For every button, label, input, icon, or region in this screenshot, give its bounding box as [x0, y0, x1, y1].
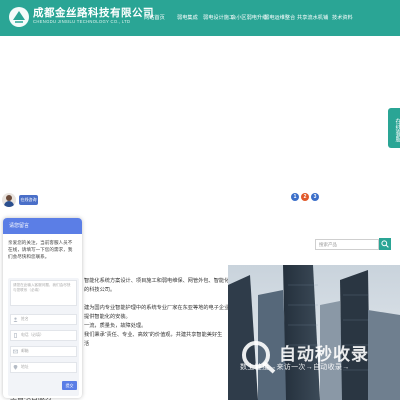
about-line-5: 一流，质量负，故障处理。: [84, 323, 147, 329]
city-buildings-image: [228, 265, 400, 400]
nav-design-construction[interactable]: 弱电设计施工: [203, 14, 234, 21]
carousel-dot-1[interactable]: 1: [291, 193, 299, 201]
company-name-en: CHENGDU JINSILU TECHNOLOGY CO., LTD: [33, 19, 131, 24]
about-line-4: 提供智能化的安装。: [84, 314, 131, 320]
watermark-slogan: 数上链接→来访一次→自动收录→: [240, 364, 350, 371]
avatar[interactable]: [2, 193, 16, 207]
page-root: 成都金丝路科技有限公司 CHENGDU JINSILU TECHNOLOGY C…: [0, 0, 400, 400]
email-placeholder: 邮箱: [21, 349, 29, 353]
about-line-6: 我们秉承“责任、专业、高效”的价值观，共建共享智能美好生: [84, 332, 223, 338]
message-textarea[interactable]: 请您在此输入客服问题，我们会尽快与您联系（必填）: [10, 280, 77, 306]
search-button[interactable]: [379, 238, 391, 250]
nav-tech-docs[interactable]: 技术资料: [332, 14, 353, 21]
online-service-tab[interactable]: 在线客服: [388, 108, 400, 148]
chat-greeting: 亲爱您的关注，当前客服人员不在线，请填写一下您的需求，我们会尽快和您联系。: [8, 240, 73, 259]
company-logo-icon[interactable]: [8, 6, 30, 28]
address-placeholder: 地址: [21, 365, 29, 369]
chat-form: 请您在此输入客服问题，我们会尽快与您联系（必填） 姓名 电话（必填） 邮箱 地址…: [8, 278, 79, 396]
about-line-2: 的科技公司。: [84, 287, 116, 293]
avatar-body: [4, 201, 14, 207]
user-icon: [13, 317, 18, 322]
phone-icon: [14, 333, 17, 338]
name-placeholder: 姓名: [21, 317, 29, 321]
address-field[interactable]: 地址: [10, 362, 77, 373]
phone-field[interactable]: 电话（必填）: [10, 330, 77, 341]
email-icon: [13, 349, 18, 354]
chat-header-title: 请您留言: [3, 218, 82, 234]
online-consult-badge[interactable]: 在线咨询: [19, 195, 38, 205]
nav-shared-water[interactable]: 共享流水机铺: [297, 14, 328, 21]
chat-widget: 请您留言 亲爱您的关注，当前客服人员不在线，请填写一下您的需求，我们会尽快和您联…: [3, 218, 82, 398]
email-field[interactable]: 邮箱: [10, 346, 77, 357]
carousel-dot-3[interactable]: 3: [311, 193, 319, 201]
about-line-1: 智能化系统方案设计、项目施工和弱电维保、网管外包、智能化: [84, 278, 230, 284]
nav-home[interactable]: 网站首页: [144, 14, 165, 21]
nav-community-upgrade[interactable]: 会小区弱电升级: [231, 14, 267, 21]
phone-placeholder: 电话（必填）: [21, 333, 44, 337]
about-line-7: 活: [84, 341, 90, 347]
header-bar: 成都金丝路科技有限公司 CHENGDU JINSILU TECHNOLOGY C…: [0, 0, 400, 36]
nav-maintenance[interactable]: 弱电运维整合: [264, 14, 295, 21]
product-search-input[interactable]: 搜索产品: [315, 239, 379, 250]
carousel-dot-2[interactable]: 2: [301, 193, 309, 201]
nav-weak-current-integration[interactable]: 弱电集成: [177, 14, 198, 21]
company-name: 成都金丝路科技有限公司: [33, 7, 154, 19]
name-field[interactable]: 姓名: [10, 314, 77, 325]
about-line-3: 建为国内专业智能护理中的系统专业厂家在东亚等地的电子企业的综合: [84, 305, 245, 311]
location-icon: [13, 365, 18, 370]
submit-button[interactable]: 提交: [62, 381, 77, 390]
search-icon: [381, 240, 389, 248]
